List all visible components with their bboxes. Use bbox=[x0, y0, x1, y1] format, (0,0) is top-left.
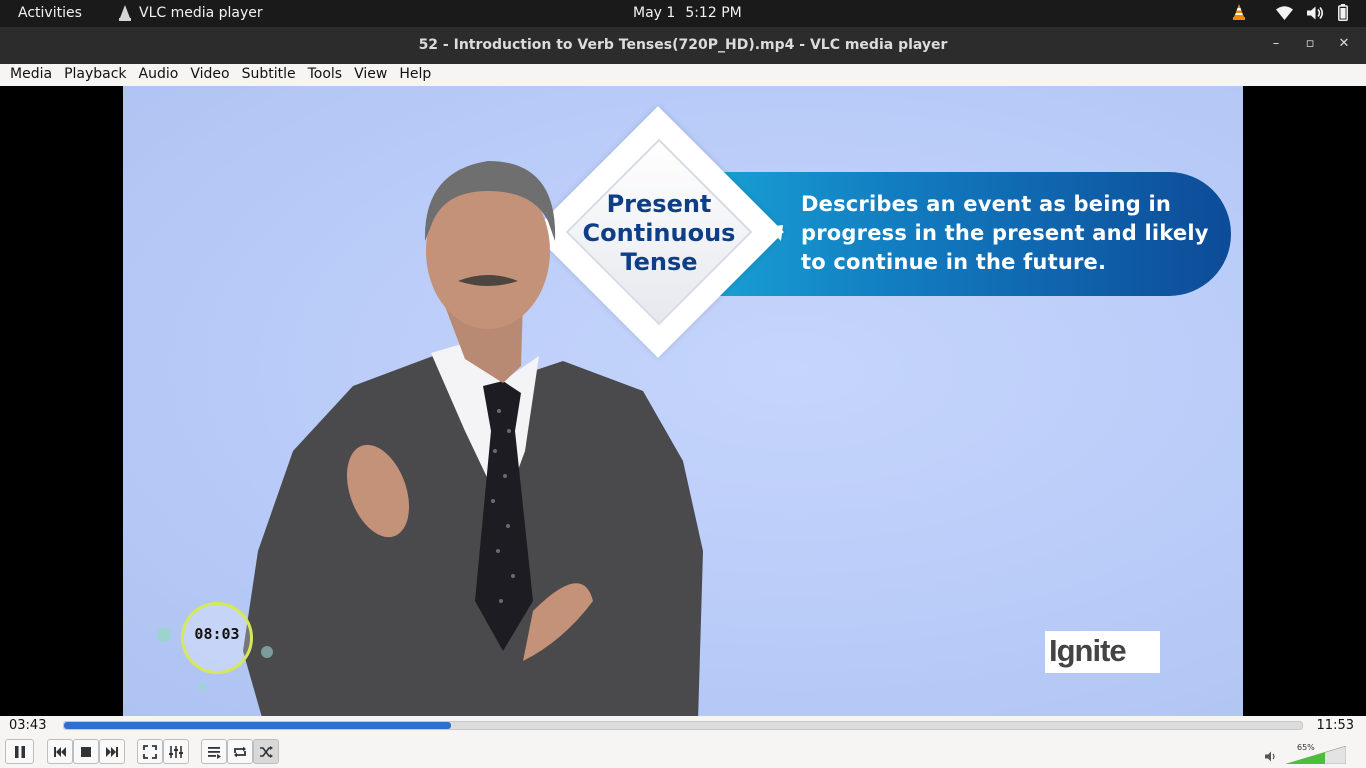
fullscreen-button[interactable] bbox=[137, 739, 163, 764]
elapsed-time: 03:43 bbox=[9, 718, 47, 733]
activities-button[interactable]: Activities bbox=[18, 5, 82, 21]
wifi-icon[interactable] bbox=[1276, 5, 1293, 20]
arrow-icon bbox=[745, 225, 783, 263]
system-top-bar: Activities VLC media player May 1 5:12 P… bbox=[0, 0, 1366, 27]
menu-media[interactable]: Media bbox=[4, 64, 58, 86]
pause-button[interactable] bbox=[5, 739, 34, 764]
countdown-node bbox=[197, 682, 207, 692]
system-tray[interactable] bbox=[1232, 4, 1348, 21]
vlc-cone-icon bbox=[119, 5, 131, 21]
stop-button[interactable] bbox=[73, 739, 99, 764]
fullscreen-icon bbox=[143, 744, 157, 759]
skip-forward-icon bbox=[106, 746, 118, 757]
battery-icon[interactable] bbox=[1338, 4, 1348, 21]
menu-subtitle[interactable]: Subtitle bbox=[236, 64, 302, 86]
playback-controls: 03:43 11:53 65% bbox=[0, 716, 1366, 768]
video-area[interactable]: Present Continuous Tense Describes an ev… bbox=[0, 86, 1366, 716]
ignite-logo: Ignite bbox=[1049, 633, 1127, 668]
minimize-icon[interactable]: – bbox=[1268, 36, 1284, 51]
menu-view[interactable]: View bbox=[348, 64, 393, 86]
clock-date: May 1 bbox=[633, 5, 676, 21]
vlc-cone-icon[interactable] bbox=[1232, 4, 1246, 21]
clock-time: 5:12 PM bbox=[685, 5, 742, 21]
extended-settings-button[interactable] bbox=[163, 739, 189, 764]
next-button[interactable] bbox=[99, 739, 125, 764]
maximize-icon[interactable]: ▫ bbox=[1302, 36, 1318, 51]
shuffle-icon bbox=[260, 745, 273, 758]
pause-icon bbox=[14, 745, 25, 758]
total-time[interactable]: 11:53 bbox=[1317, 718, 1354, 733]
menu-help[interactable]: Help bbox=[393, 64, 437, 86]
previous-button[interactable] bbox=[47, 739, 73, 764]
countdown-timer: 08:03 bbox=[194, 625, 240, 643]
tense-description-line: to continue in the future. bbox=[801, 250, 1107, 274]
loop-button[interactable] bbox=[227, 739, 253, 764]
skip-back-icon bbox=[54, 746, 66, 757]
presenter-figure bbox=[243, 161, 703, 716]
playlist-button[interactable] bbox=[201, 739, 227, 764]
playlist-icon bbox=[208, 746, 221, 759]
window-title-bar[interactable]: 52 - Introduction to Verb Tenses(720P_HD… bbox=[0, 27, 1366, 64]
close-icon[interactable]: ✕ bbox=[1336, 36, 1352, 51]
countdown-node bbox=[157, 628, 171, 642]
seek-bar-progress bbox=[64, 722, 452, 729]
seek-bar[interactable] bbox=[63, 721, 1303, 730]
clock[interactable]: May 1 5:12 PM bbox=[633, 5, 742, 21]
window-title: 52 - Introduction to Verb Tenses(720P_HD… bbox=[418, 37, 948, 53]
app-menu[interactable]: VLC media player bbox=[118, 5, 263, 21]
menu-tools[interactable]: Tools bbox=[302, 64, 349, 86]
video-frame[interactable]: Present Continuous Tense Describes an ev… bbox=[123, 86, 1243, 716]
volume-slider[interactable] bbox=[1286, 746, 1346, 764]
menu-playback[interactable]: Playback bbox=[58, 64, 132, 86]
loop-icon bbox=[234, 746, 246, 757]
app-menu-label: VLC media player bbox=[139, 5, 263, 21]
equalizer-icon bbox=[169, 745, 183, 758]
volume-icon[interactable] bbox=[1265, 751, 1277, 762]
shuffle-button[interactable] bbox=[253, 739, 279, 764]
menu-bar: Media Playback Audio Video Subtitle Tool… bbox=[0, 64, 1366, 86]
tense-description-line: progress in the present and likely bbox=[801, 221, 1209, 245]
menu-video[interactable]: Video bbox=[184, 64, 235, 86]
stop-icon bbox=[81, 746, 91, 757]
tense-description-line: Describes an event as being in bbox=[801, 192, 1172, 216]
menu-audio[interactable]: Audio bbox=[133, 64, 185, 86]
speaker-icon[interactable] bbox=[1307, 6, 1324, 20]
tense-description: Describes an event as being in progress … bbox=[801, 190, 1241, 277]
countdown-node bbox=[261, 646, 273, 658]
